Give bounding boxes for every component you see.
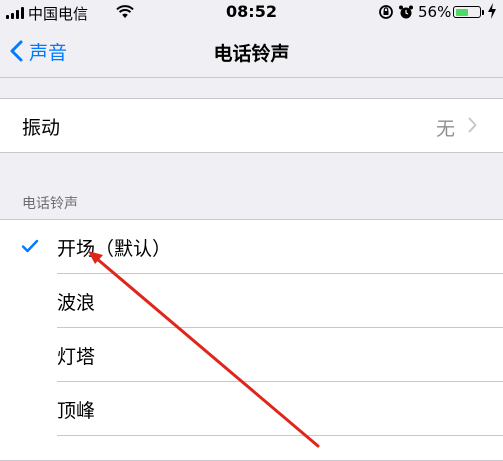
vibration-label: 振动 [22,117,61,139]
ringtone-item-lighthouse[interactable]: 灯塔 [0,328,503,382]
charging-bolt-icon [487,3,497,23]
ringtone-label: 顶峰 [57,400,96,422]
ringtone-label: 开场（默认） [57,238,172,260]
checkmark-icon [21,239,39,253]
chevron-right-icon [468,117,477,133]
ringtone-label: 灯塔 [57,346,96,368]
row-separator [57,435,503,436]
page-title: 电话铃声 [213,43,290,65]
ringtone-label: 波浪 [57,292,96,314]
ringtone-item-waves[interactable]: 波浪 [0,274,503,328]
ringtone-list: 开场（默认） 波浪 灯塔 顶峰 [0,219,503,461]
battery-icon [453,6,481,18]
status-bar: 中国电信 08:52 56% [0,0,503,24]
vibration-value: 无 [435,118,455,140]
vibration-cell[interactable]: 振动 无 [0,98,503,153]
ringtone-item-summit[interactable]: 顶峰 [0,382,503,436]
ringtone-item-opening[interactable]: 开场（默认） [0,220,503,274]
rotation-lock-icon [378,4,394,24]
alarm-icon [398,4,414,24]
battery-percent: 56% [418,3,452,21]
battery-nub [482,10,484,15]
ringtone-section-header: 电话铃声 [22,196,78,212]
navigation-bar: 声音 电话铃声 [0,24,503,78]
